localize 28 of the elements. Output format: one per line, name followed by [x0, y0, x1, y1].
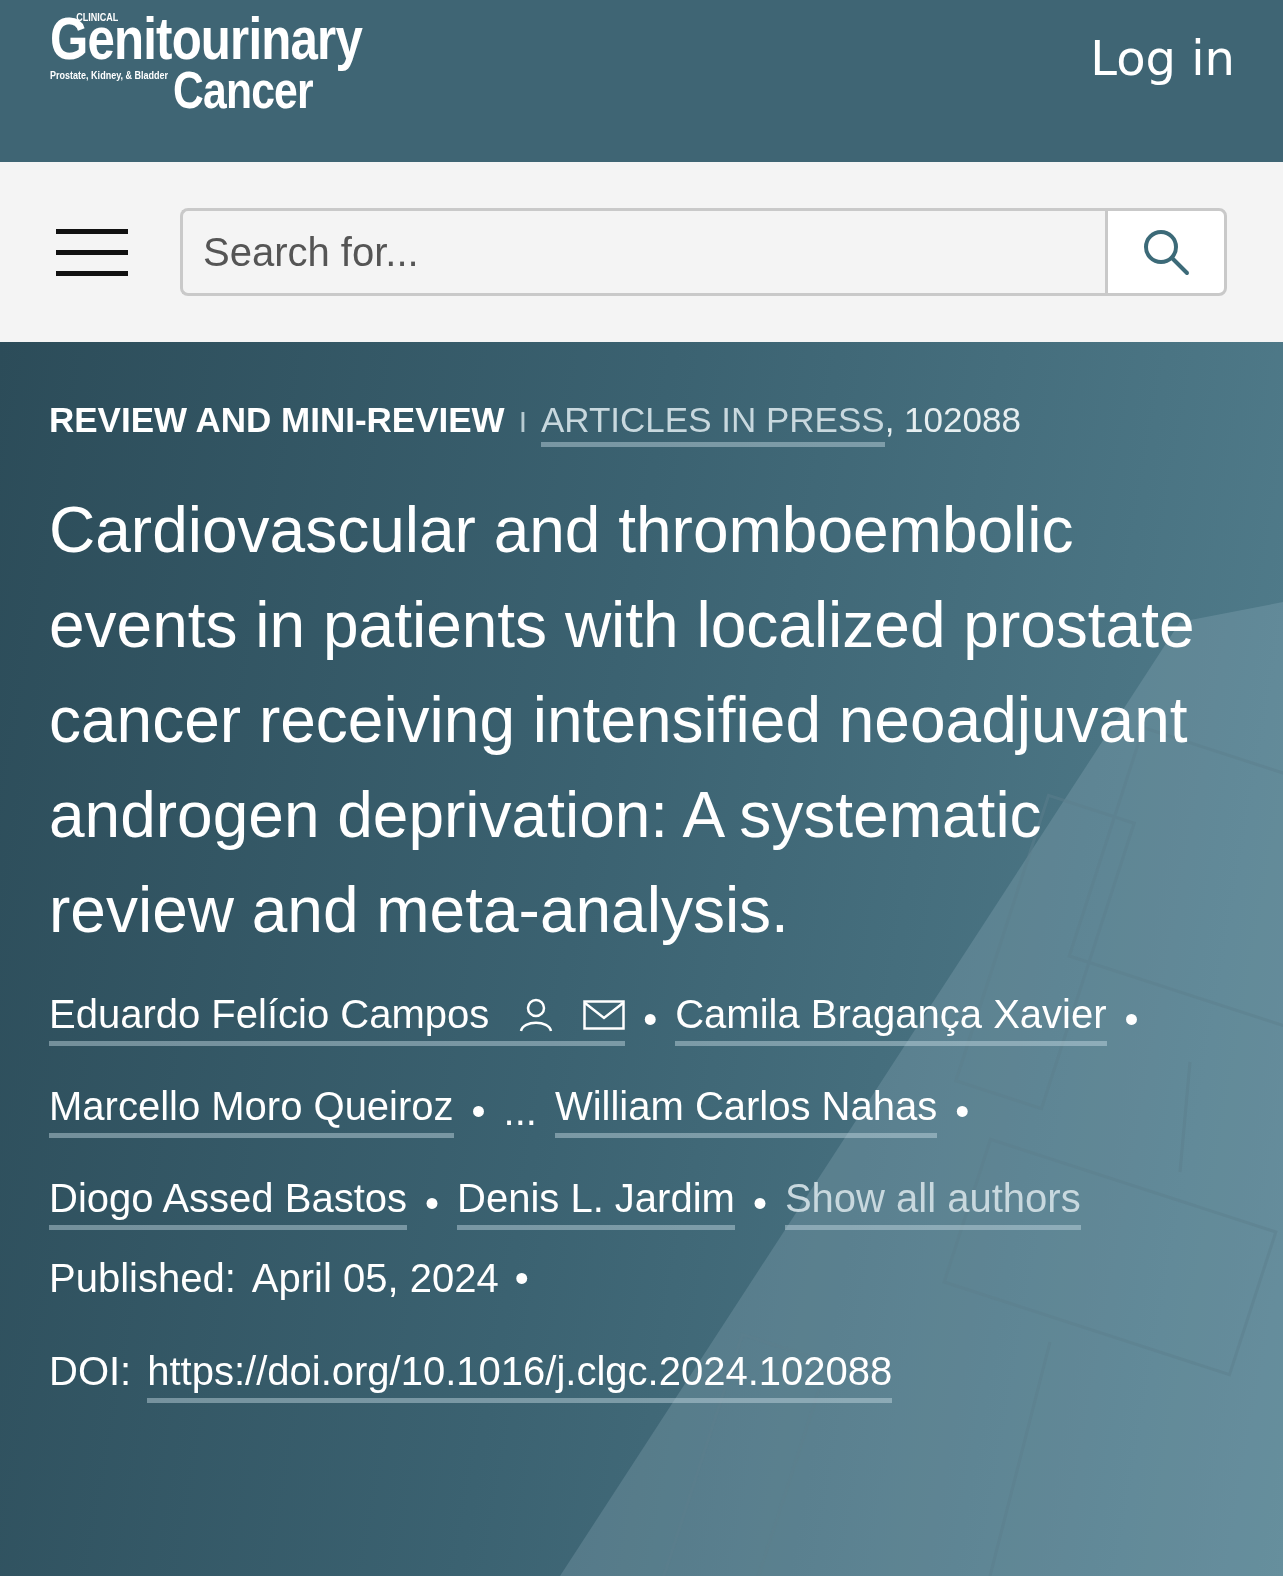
author-link[interactable]: William Carlos Nahas — [554, 1084, 938, 1138]
published-date: April 05, 2024 — [251, 1256, 499, 1301]
article-title: Cardiovascular and thromboembolic events in patients with localized prostate cancer receiving intensified neoadjuvant androgen deprivation: A systematic review and meta-analysis. — [49, 493, 1196, 948]
bullet-separator: • — [514, 1256, 529, 1301]
login-link[interactable]: Log in — [1090, 30, 1235, 86]
doi-label: DOI: — [49, 1349, 132, 1394]
bullet-separator: • — [643, 996, 658, 1042]
issue-link[interactable]: ARTICLES IN PRESS — [541, 400, 885, 447]
article-number: , 102088 — [884, 400, 1021, 440]
bullet-separator: • — [425, 1180, 439, 1226]
doi-link[interactable]: https://doi.org/10.1016/j.clgc.2024.102088 — [147, 1349, 893, 1403]
section-label: REVIEW AND MINI-REVIEW — [49, 400, 505, 440]
bullet-separator: • — [471, 1088, 486, 1134]
envelope-icon[interactable] — [583, 999, 626, 1030]
bullet-separator: • — [955, 1088, 970, 1134]
search-button[interactable] — [1105, 208, 1227, 296]
ellipsis: ... — [503, 1088, 537, 1134]
author-link[interactable]: Diogo Assed Bastos — [49, 1176, 407, 1230]
published-label: Published: — [49, 1256, 236, 1301]
bullet-separator: • — [1124, 996, 1139, 1042]
menu-icon[interactable] — [56, 228, 128, 276]
bullet-separator: • — [752, 1180, 767, 1226]
author-link[interactable]: Marcello Moro Queiroz — [49, 1084, 454, 1138]
search-field[interactable]: Search for... — [180, 208, 1105, 296]
author-link[interactable]: Camila Bragança Xavier — [675, 992, 1107, 1046]
divider: I — [518, 405, 527, 439]
author-link[interactable]: Denis L. Jardim — [457, 1176, 735, 1230]
author-link[interactable]: Eduardo Felício Campos — [49, 992, 626, 1046]
